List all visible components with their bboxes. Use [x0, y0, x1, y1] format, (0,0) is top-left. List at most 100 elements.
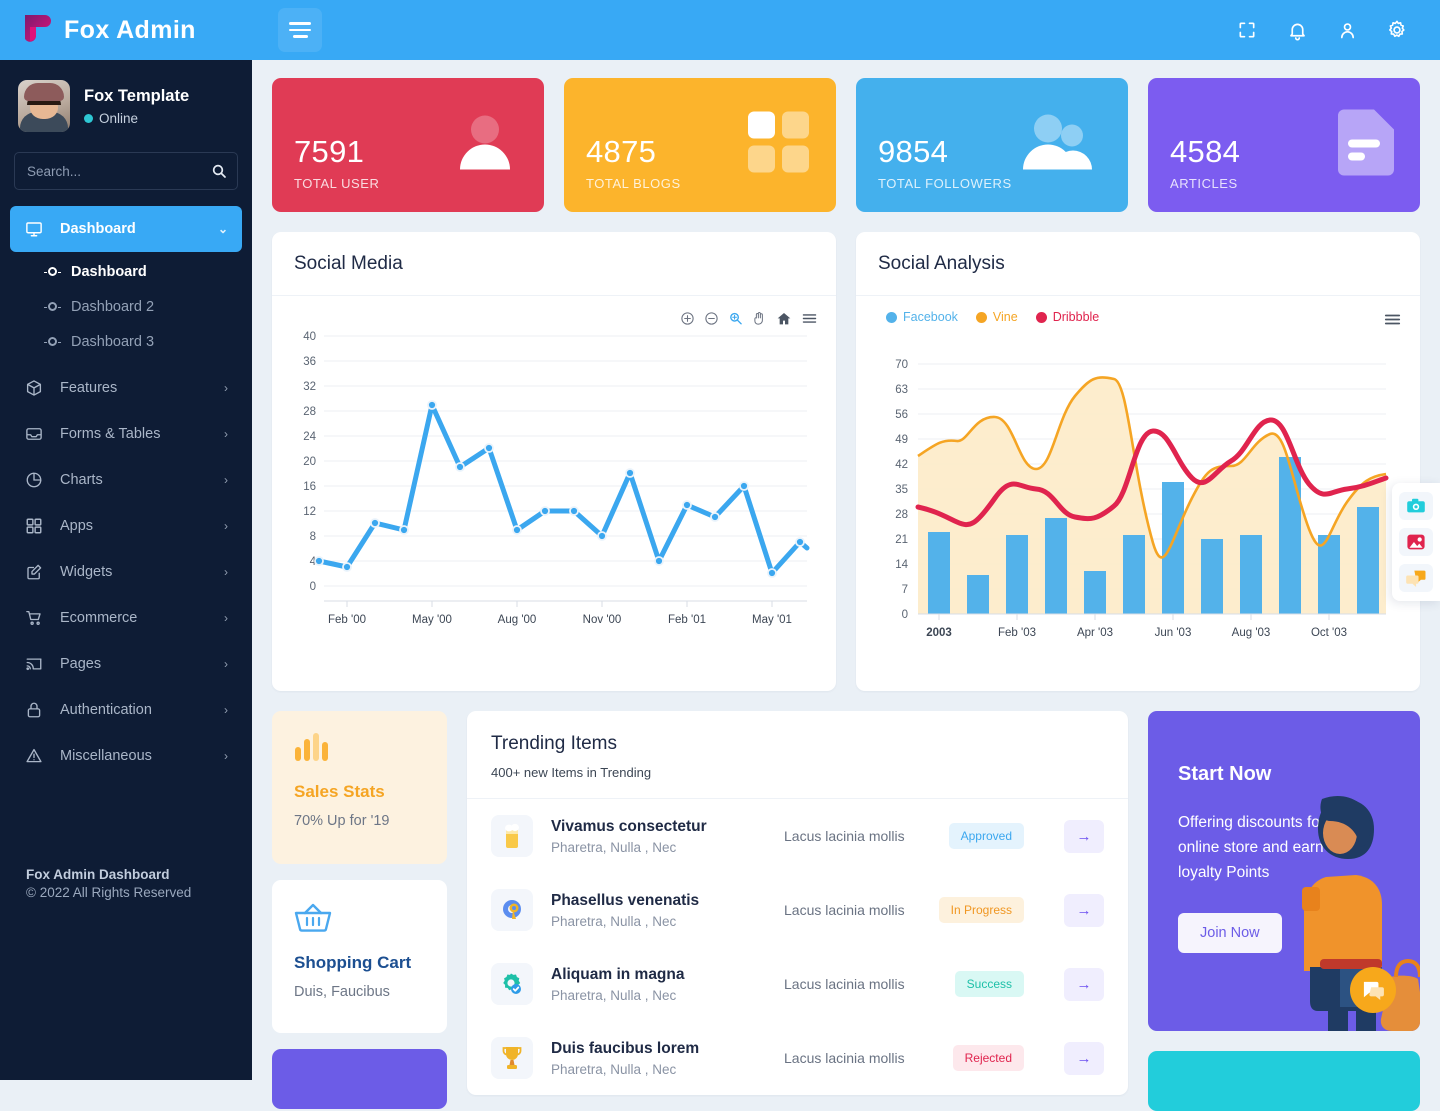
row-arrow-button[interactable]: → — [1064, 1041, 1104, 1075]
chevron-right-icon: › — [224, 703, 228, 717]
svg-text:70: 70 — [895, 359, 908, 371]
bullet-icon — [44, 267, 61, 276]
bell-icon[interactable] — [1276, 9, 1318, 51]
fullscreen-icon[interactable] — [1226, 9, 1268, 51]
svg-text:35: 35 — [895, 484, 908, 496]
table-row[interactable]: Vivamus consectetur Pharetra, Nulla , Ne… — [467, 799, 1128, 873]
sidebar-item-dashboard[interactable]: Dashboard ⌄ — [10, 206, 242, 252]
chat-icon[interactable] — [1350, 967, 1396, 1013]
stat-card-articles[interactable]: 4584 ARTICLES — [1148, 78, 1420, 212]
item-description: Lacus lacinia mollis — [784, 1050, 905, 1066]
sidebar-subitem-label: Dashboard — [71, 263, 147, 280]
svg-text:36: 36 — [303, 356, 316, 368]
chevron-right-icon: › — [224, 611, 228, 625]
svg-text:20: 20 — [303, 456, 316, 468]
card-partial-cyan[interactable] — [1148, 1051, 1420, 1111]
card-partial-purple[interactable] — [272, 1049, 447, 1109]
monitor-icon — [24, 219, 44, 239]
item-name: Duis faucibus lorem — [551, 1039, 700, 1057]
sidebar-item-forms-tables[interactable]: Forms & Tables › — [10, 411, 242, 457]
card-shopping-cart[interactable]: Shopping Cart Duis, Faucibus — [272, 880, 447, 1033]
sidebar-item-authentication[interactable]: Authentication › — [10, 687, 242, 733]
svg-text:0: 0 — [902, 609, 908, 621]
status-badge: Success — [954, 971, 1024, 997]
sidebar-item-apps[interactable]: Apps › — [10, 503, 242, 549]
social-media-chart[interactable]: 40 36 32 28 24 20 16 12 8 4 0 Feb '00 Ma… — [272, 296, 836, 691]
svg-text:Feb '00: Feb '00 — [328, 614, 366, 626]
table-row[interactable]: Duis faucibus lorem Pharetra, Nulla , Ne… — [467, 1021, 1128, 1095]
social-analysis-chart[interactable]: Facebook Vine Dribbble 70 63 56 49 42 35… — [856, 296, 1420, 691]
svg-text:28: 28 — [303, 406, 316, 418]
stat-card-total-user[interactable]: 7591 TOTAL USER — [272, 78, 544, 212]
item-meta: Pharetra, Nulla , Nec — [551, 913, 677, 929]
row-arrow-button[interactable]: → — [1064, 967, 1104, 1001]
chevron-right-icon: › — [224, 749, 228, 763]
sidebar-item-ecommerce[interactable]: Ecommerce › — [10, 595, 242, 641]
sidebar-subitem-dashboard-3[interactable]: Dashboard 3 — [10, 324, 242, 359]
bullet-icon — [44, 302, 61, 311]
stat-card-total-followers[interactable]: 9854 TOTAL FOLLOWERS — [856, 78, 1128, 212]
panel-header: Social Analysis — [856, 232, 1420, 296]
wrench-gear-icon — [491, 889, 533, 931]
user-icon[interactable] — [1326, 9, 1368, 51]
charts-row: Social Media 40 36 32 28 24 20 16 12 8 4… — [272, 232, 1420, 691]
selection-zoom-icon[interactable] — [728, 311, 743, 331]
alert-triangle-icon — [24, 746, 44, 766]
search-icon[interactable] — [211, 163, 227, 179]
svg-text:May '00: May '00 — [412, 614, 452, 626]
svg-text:Apr '03: Apr '03 — [1077, 627, 1113, 639]
svg-text:63: 63 — [895, 384, 908, 396]
stat-cards-row: 7591 TOTAL USER 4875 TOTAL BLOGS 9854 TO… — [272, 78, 1420, 212]
gear-icon[interactable] — [1376, 9, 1418, 51]
legend-label: Facebook — [903, 310, 958, 324]
image-icon[interactable] — [1399, 528, 1433, 556]
sidebar-profile[interactable]: Fox Template Online — [0, 60, 252, 146]
item-meta: Pharetra, Nulla , Nec — [551, 1061, 677, 1077]
box-icon — [24, 378, 44, 398]
chat-icon[interactable] — [1399, 564, 1433, 592]
legend-item-vine[interactable]: Vine — [975, 310, 1018, 324]
svg-text:49: 49 — [895, 434, 908, 446]
legend-label: Vine — [992, 310, 1018, 324]
sidebar-item-pages[interactable]: Pages › — [10, 641, 242, 687]
sidebar-item-charts[interactable]: Charts › — [10, 457, 242, 503]
basket-icon — [294, 902, 425, 937]
sidebar-item-widgets[interactable]: Widgets › — [10, 549, 242, 595]
item-name: Vivamus consectetur — [551, 817, 707, 835]
status-badge: Rejected — [952, 1045, 1024, 1071]
brand[interactable]: Fox Admin — [0, 0, 252, 60]
sidebar-subitem-dashboard[interactable]: Dashboard — [10, 254, 242, 289]
stat-card-total-blogs[interactable]: 4875 TOTAL BLOGS — [564, 78, 836, 212]
row-arrow-button[interactable]: → — [1064, 893, 1104, 927]
svg-text:Feb '03: Feb '03 — [998, 627, 1036, 639]
table-row[interactable]: Aliquam in magna Pharetra, Nulla , Nec L… — [467, 947, 1128, 1021]
legend-item-dribbble[interactable]: Dribbble — [1035, 310, 1100, 324]
sidebar-item-features[interactable]: Features › — [10, 365, 242, 411]
legend-item-facebook[interactable]: Facebook — [886, 310, 958, 324]
menu-icon[interactable] — [801, 310, 818, 332]
search-input[interactable] — [27, 163, 211, 179]
card-sales-stats[interactable]: Sales Stats 70% Up for '19 — [272, 711, 447, 864]
table-row[interactable]: Phasellus venenatis Pharetra, Nulla , Ne… — [467, 873, 1128, 947]
sidebar-subitem-dashboard-2[interactable]: Dashboard 2 — [10, 289, 242, 324]
item-info: Vivamus consectetur Pharetra, Nulla , Ne… — [551, 818, 766, 855]
menu-icon[interactable] — [1383, 310, 1402, 334]
zoom-in-icon[interactable] — [680, 311, 695, 331]
search-box[interactable] — [14, 152, 238, 190]
svg-text:14: 14 — [895, 559, 908, 571]
trophy-icon — [491, 1037, 533, 1079]
legend-label: Dribbble — [1052, 310, 1100, 324]
chevron-down-icon: ⌄ — [217, 222, 228, 236]
sidebar-item-label: Dashboard — [60, 221, 136, 237]
sidebar-item-miscellaneous[interactable]: Miscellaneous › — [10, 733, 242, 779]
svg-text:Aug '00: Aug '00 — [498, 614, 537, 626]
zoom-out-icon[interactable] — [704, 311, 719, 331]
item-description: Lacus lacinia mollis — [784, 976, 905, 992]
pan-icon[interactable] — [752, 311, 767, 331]
camera-icon[interactable] — [1399, 492, 1433, 520]
row-arrow-button[interactable]: → — [1064, 819, 1104, 853]
beer-icon — [491, 815, 533, 857]
home-icon[interactable] — [776, 311, 792, 332]
menu-toggle-icon[interactable] — [278, 8, 322, 52]
avatar — [18, 80, 70, 132]
